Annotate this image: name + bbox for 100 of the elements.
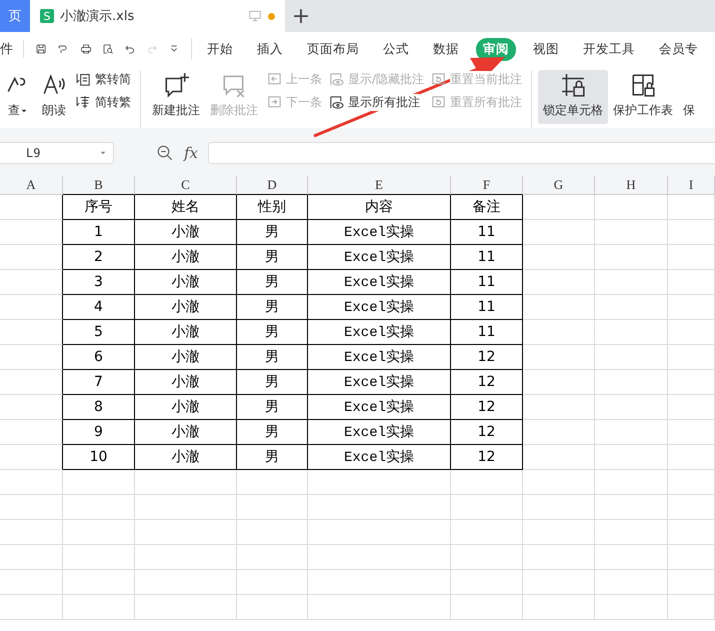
- table-cell: 8: [63, 395, 135, 420]
- table-cell: 男: [237, 320, 308, 345]
- table-cell: [237, 545, 308, 570]
- table-cell: [0, 395, 63, 420]
- table-cell: [0, 295, 63, 320]
- table-cell: 男: [237, 220, 308, 245]
- menu-tab[interactable]: 数据: [426, 38, 466, 60]
- table-cell: [451, 570, 523, 595]
- eye-comment-icon: [328, 71, 345, 88]
- table-cell: 小澈: [135, 445, 237, 470]
- column-header[interactable]: D: [237, 176, 308, 195]
- table-cell: Excel实操: [308, 345, 451, 370]
- table-cell: [523, 545, 595, 570]
- table-cell: 5: [63, 320, 135, 345]
- ribbon-button[interactable]: 保护工作表: [608, 70, 678, 124]
- eye-comment-icon: [328, 94, 345, 111]
- table-cell: 4: [63, 295, 135, 320]
- column-header[interactable]: I: [668, 176, 715, 195]
- table-cell: [668, 195, 715, 220]
- table-cell: [0, 470, 63, 495]
- menu-tab[interactable]: 页面布局: [300, 38, 366, 60]
- lock-cell-icon: [560, 72, 586, 98]
- zoom-icon[interactable]: [156, 144, 174, 162]
- menu-tab[interactable]: 公式: [376, 38, 416, 60]
- table-cell: [237, 570, 308, 595]
- column-header[interactable]: F: [451, 176, 523, 195]
- table-cell: [237, 470, 308, 495]
- table-cell: [668, 295, 715, 320]
- table-cell: [0, 320, 63, 345]
- table-cell: 男: [237, 445, 308, 470]
- table-cell: [668, 345, 715, 370]
- table-cell: 11: [451, 270, 523, 295]
- table-cell: 10: [63, 445, 135, 470]
- table-cell: Excel实操: [308, 420, 451, 445]
- table-cell: Excel实操: [308, 220, 451, 245]
- table-cell: 1: [63, 220, 135, 245]
- ribbon-button[interactable]: 朗读: [36, 70, 72, 124]
- table-cell: [0, 570, 63, 595]
- table-cell: 男: [237, 420, 308, 445]
- table-cell: 12: [451, 345, 523, 370]
- document-tab[interactable]: S 小澈演示.xls: [30, 0, 285, 32]
- table-cell: [0, 270, 63, 295]
- dropdown-caret-icon: [20, 106, 28, 114]
- table-cell: [237, 495, 308, 520]
- ribbon-button[interactable]: 保: [678, 70, 700, 124]
- table-cell: [237, 595, 308, 620]
- table-cell: [0, 420, 63, 445]
- ribbon-button[interactable]: 查: [0, 70, 36, 124]
- table-cell: [668, 470, 715, 495]
- table-cell: [523, 345, 595, 370]
- column-header[interactable]: A: [0, 176, 63, 195]
- table-cell: [523, 495, 595, 520]
- table-cell: [63, 495, 135, 520]
- column-header[interactable]: E: [308, 176, 451, 195]
- table-cell: Excel实操: [308, 320, 451, 345]
- table-cell: 3: [63, 270, 135, 295]
- file-menu[interactable]: 件: [0, 40, 24, 58]
- menu-tab[interactable]: 视图: [526, 38, 566, 60]
- column-header[interactable]: H: [595, 176, 668, 195]
- home-tab[interactable]: 页: [0, 0, 30, 32]
- table-cell: [523, 570, 595, 595]
- table-cell: 11: [451, 220, 523, 245]
- new-tab-button[interactable]: +: [285, 0, 317, 32]
- insert-function-button[interactable]: fx: [184, 144, 198, 162]
- ribbon-button[interactable]: 锁定单元格: [538, 70, 608, 124]
- table-cell: [0, 545, 63, 570]
- menu-tab[interactable]: 开始: [200, 38, 240, 60]
- table-cell: 12: [451, 395, 523, 420]
- menu-tab[interactable]: 插入: [250, 38, 290, 60]
- table-cell: [451, 545, 523, 570]
- table-cell: [523, 520, 595, 545]
- table-cell: [523, 420, 595, 445]
- table-cell: [668, 370, 715, 395]
- table-cell: 12: [451, 370, 523, 395]
- menu-tab[interactable]: 开发工具: [576, 38, 642, 60]
- spreadsheet-logo-icon: S: [40, 9, 54, 23]
- table-cell: [523, 195, 595, 220]
- table-cell: 小澈: [135, 370, 237, 395]
- table-cell: 2: [63, 245, 135, 270]
- table-cell: 小澈: [135, 295, 237, 320]
- table-cell: 小澈: [135, 320, 237, 345]
- table-cell: [668, 595, 715, 620]
- table-cell: 小澈: [135, 345, 237, 370]
- ribbon-button[interactable]: 新建批注: [147, 70, 205, 124]
- table-cell: [523, 320, 595, 345]
- column-header[interactable]: G: [523, 176, 595, 195]
- table-cell: [451, 595, 523, 620]
- column-header[interactable]: C: [135, 176, 237, 195]
- name-box[interactable]: L9: [0, 142, 114, 164]
- table-cell: 小澈: [135, 270, 237, 295]
- table-cell: [63, 570, 135, 595]
- table-cell: [668, 245, 715, 270]
- formula-input[interactable]: [208, 142, 715, 164]
- table-cell: [668, 570, 715, 595]
- lock-sheet-icon: [630, 72, 656, 98]
- table-cell: [451, 495, 523, 520]
- table-cell: 性别: [237, 195, 308, 220]
- menu-tab[interactable]: 会员专: [652, 38, 706, 60]
- table-cell: 男: [237, 370, 308, 395]
- column-header[interactable]: B: [63, 176, 135, 195]
